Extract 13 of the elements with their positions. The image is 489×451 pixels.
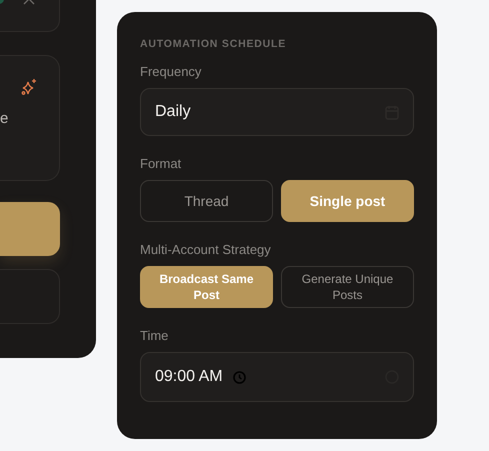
frequency-select[interactable]: Daily (140, 88, 414, 136)
card-text: e (0, 110, 8, 127)
field-label: Format (140, 156, 182, 171)
section-title: AUTOMATION SCHEDULE (140, 38, 288, 50)
sparkle-icon (21, 78, 38, 95)
strategy-option[interactable]: Generate Unique Posts (281, 266, 414, 308)
field-label: Multi-Account Strategy (140, 242, 272, 257)
format-option[interactable]: Thread (140, 180, 273, 222)
field-label: Frequency (140, 64, 202, 79)
chevron-up-icon[interactable] (23, 0, 35, 5)
primary-button[interactable] (0, 202, 60, 256)
time-field[interactable]: 09:00 AM (140, 352, 414, 402)
field-label: Time (140, 328, 170, 343)
